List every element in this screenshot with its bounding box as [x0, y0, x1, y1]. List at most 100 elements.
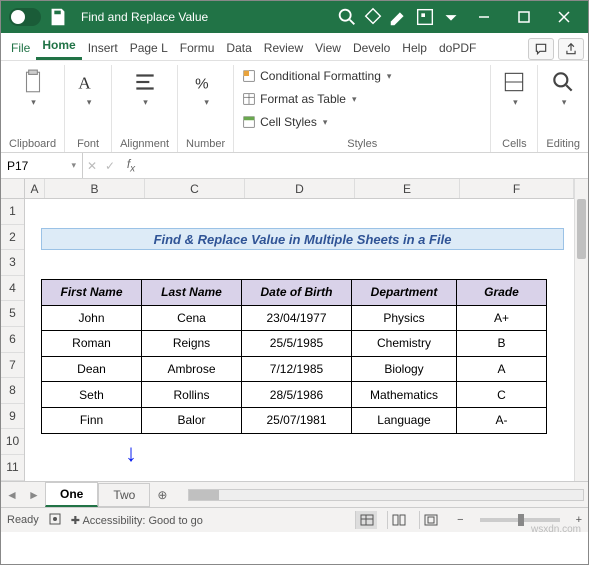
page-layout-view-icon[interactable]	[387, 511, 409, 529]
cell[interactable]: 25/5/1985	[242, 331, 352, 357]
tab-insert[interactable]: Insert	[82, 36, 124, 60]
cell[interactable]: Finn	[42, 407, 142, 433]
alignment-button[interactable]	[130, 67, 160, 110]
cell[interactable]: 25/07/1981	[242, 407, 352, 433]
page-break-view-icon[interactable]	[419, 511, 441, 529]
select-all-corner[interactable]	[1, 179, 25, 199]
sheet-title-cell[interactable]: Find & Replace Value in Multiple Sheets …	[41, 228, 564, 250]
cell[interactable]: 28/5/1986	[242, 382, 352, 408]
zoom-out-button[interactable]: −	[457, 514, 463, 526]
sheet-tab-one[interactable]: One	[45, 482, 98, 507]
close-button[interactable]	[544, 1, 584, 33]
cell[interactable]: C	[457, 382, 547, 408]
zoom-slider[interactable]	[480, 518, 560, 522]
zoom-handle[interactable]	[518, 514, 524, 526]
maximize-button[interactable]	[504, 1, 544, 33]
add-sheet-button[interactable]: ⊕	[150, 488, 174, 502]
fx-icon[interactable]: fx	[119, 157, 143, 174]
conditional-formatting-button[interactable]: Conditional Formatting	[242, 67, 391, 85]
number-button[interactable]: %	[191, 67, 221, 110]
th-dob[interactable]: Date of Birth	[242, 280, 352, 306]
cells-button[interactable]	[499, 67, 529, 110]
tab-dopdf[interactable]: doPDF	[433, 36, 482, 60]
format-as-table-button[interactable]: Format as Table	[242, 90, 356, 108]
col-header[interactable]: B	[45, 179, 145, 198]
row-header[interactable]: 11	[1, 455, 24, 481]
cell[interactable]: Cena	[142, 305, 242, 331]
tab-developer[interactable]: Develo	[347, 36, 396, 60]
sheet-nav-next[interactable]: ►	[23, 488, 45, 502]
font-button[interactable]: A	[73, 67, 103, 110]
cell[interactable]: Chemistry	[352, 331, 457, 357]
cell[interactable]: Rollins	[142, 382, 242, 408]
row-header[interactable]: 5	[1, 301, 24, 327]
cell[interactable]: A-	[457, 407, 547, 433]
minimize-button[interactable]	[464, 1, 504, 33]
tab-page-layout[interactable]: Page L	[124, 36, 174, 60]
sheet-tab-two[interactable]: Two	[98, 483, 150, 507]
row-header[interactable]: 9	[1, 404, 24, 430]
col-header[interactable]: D	[245, 179, 355, 198]
tab-home[interactable]: Home	[36, 33, 81, 60]
normal-view-icon[interactable]	[355, 511, 377, 529]
tab-formulas[interactable]: Formu	[174, 36, 221, 60]
diamond-icon[interactable]	[362, 6, 384, 28]
scroll-thumb[interactable]	[577, 199, 586, 259]
comments-icon[interactable]	[528, 38, 554, 60]
row-header[interactable]: 4	[1, 276, 24, 302]
more-icon[interactable]	[440, 6, 462, 28]
col-header[interactable]: A	[25, 179, 45, 198]
cell[interactable]: A+	[457, 305, 547, 331]
col-header[interactable]: E	[355, 179, 460, 198]
cell[interactable]: Ambrose	[142, 356, 242, 382]
efficiency-icon[interactable]	[414, 6, 436, 28]
horizontal-scrollbar[interactable]	[188, 489, 584, 501]
th-grade[interactable]: Grade	[457, 280, 547, 306]
cell[interactable]: 23/04/1977	[242, 305, 352, 331]
cell[interactable]: Roman	[42, 331, 142, 357]
tab-review[interactable]: Review	[258, 36, 309, 60]
row-header[interactable]: 10	[1, 429, 24, 455]
cell[interactable]: Physics	[352, 305, 457, 331]
row-header[interactable]: 7	[1, 353, 24, 379]
cell[interactable]: Language	[352, 407, 457, 433]
cell[interactable]: Biology	[352, 356, 457, 382]
col-header[interactable]: F	[460, 179, 574, 198]
autosave-toggle[interactable]	[9, 8, 41, 26]
row-header[interactable]: 6	[1, 327, 24, 353]
cell-styles-button[interactable]: Cell Styles	[242, 113, 327, 131]
cell[interactable]: Dean	[42, 356, 142, 382]
cell[interactable]: 7/12/1985	[242, 356, 352, 382]
cell[interactable]: Reigns	[142, 331, 242, 357]
row-header[interactable]: 3	[1, 250, 24, 276]
col-header[interactable]: C	[145, 179, 245, 198]
tab-data[interactable]: Data	[220, 36, 257, 60]
accessibility-status[interactable]: ✚ Accessibility: Good to go	[71, 514, 203, 527]
th-first-name[interactable]: First Name	[42, 280, 142, 306]
scroll-thumb[interactable]	[189, 490, 219, 500]
search-icon[interactable]	[336, 6, 358, 28]
name-box[interactable]: P17	[1, 153, 83, 178]
th-last-name[interactable]: Last Name	[142, 280, 242, 306]
row-header[interactable]: 2	[1, 225, 24, 251]
row-header[interactable]: 1	[1, 199, 24, 225]
macro-record-icon[interactable]	[49, 513, 61, 528]
row-header[interactable]: 8	[1, 378, 24, 404]
cell[interactable]: B	[457, 331, 547, 357]
cells[interactable]: Find & Replace Value in Multiple Sheets …	[25, 199, 574, 481]
tab-help[interactable]: Help	[396, 36, 433, 60]
cell[interactable]: Mathematics	[352, 382, 457, 408]
sheet-nav-prev[interactable]: ◄	[1, 488, 23, 502]
pen-icon[interactable]	[388, 6, 410, 28]
tab-file[interactable]: File	[5, 36, 36, 60]
tab-view[interactable]: View	[309, 36, 347, 60]
save-icon[interactable]	[47, 6, 69, 28]
cell[interactable]: John	[42, 305, 142, 331]
share-icon[interactable]	[558, 38, 584, 60]
cell[interactable]: Seth	[42, 382, 142, 408]
th-dept[interactable]: Department	[352, 280, 457, 306]
vertical-scrollbar[interactable]	[574, 179, 588, 481]
editing-button[interactable]	[548, 67, 578, 110]
cell[interactable]: Balor	[142, 407, 242, 433]
cell[interactable]: A	[457, 356, 547, 382]
